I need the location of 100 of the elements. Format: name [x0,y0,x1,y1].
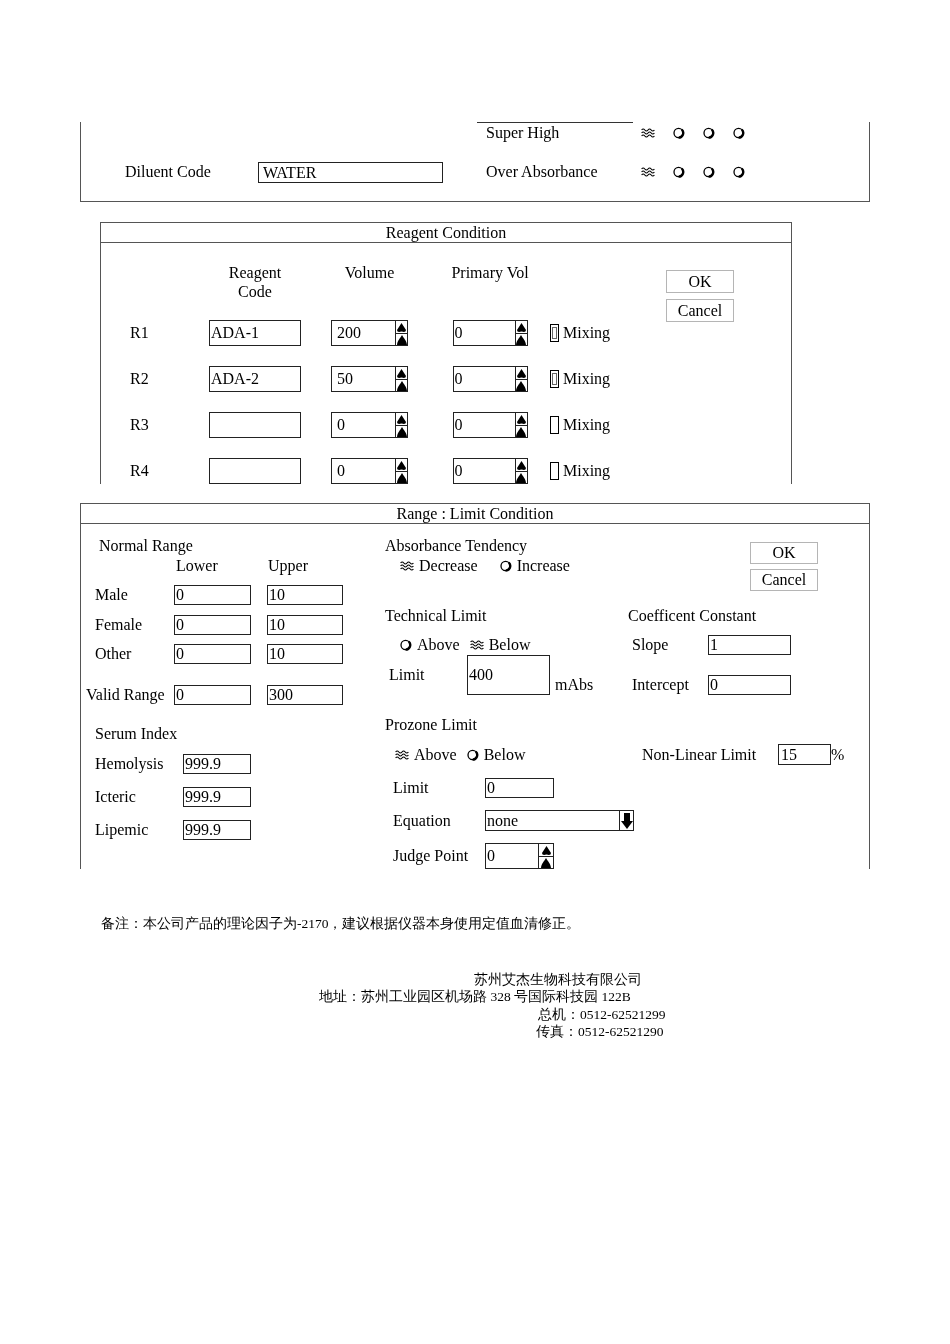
panel-title: Reagent Condition [101,223,791,243]
unit-label: % [831,744,845,765]
section-title: Coefficent Constant [628,606,758,626]
reagent-code-field[interactable]: ADA-1 [209,320,301,346]
field-label: Diluent Code [125,162,212,182]
ok-button[interactable]: OK [750,542,818,564]
dome-icon[interactable] [516,472,526,483]
radio-option[interactable]: Below [466,745,526,765]
volume-spinner[interactable]: 50 [331,366,408,392]
dome-icon[interactable] [396,472,407,483]
volume-spinner[interactable]: 0 [331,412,408,438]
primary-vol-spinner[interactable]: 0 [452,412,528,438]
primary-vol-spinner[interactable]: 0 [452,320,528,346]
field-label: Slope [631,635,670,655]
triangle-icon[interactable] [397,322,406,333]
triangle-icon[interactable] [541,845,551,856]
triangle-icon[interactable] [397,414,406,425]
upper-field[interactable]: 10 [267,615,343,635]
lower-field[interactable]: 0 [174,585,251,605]
wavy-radio-icon[interactable] [641,128,655,138]
radio-option[interactable]: Above [395,745,457,765]
volume-spinner[interactable]: 0 [331,458,408,484]
volume-spinner[interactable]: 200 [331,320,408,346]
radio-option[interactable]: Below [469,635,531,655]
radio-option[interactable]: Above [400,635,460,655]
reagent-code-field[interactable] [209,458,301,484]
cancel-button[interactable]: Cancel [750,569,818,591]
column-header: Primary Vol [451,263,529,284]
checkbox-icon[interactable] [550,324,559,342]
upper-field[interactable]: 10 [267,644,343,664]
field-label: Valid Range [85,685,166,705]
cancel-button[interactable]: Cancel [666,299,734,322]
wavy-radio-icon[interactable] [469,640,484,650]
field-label: Male [94,585,129,605]
mixing-checkbox[interactable]: Mixing [550,323,611,343]
lower-field[interactable]: 0 [174,615,251,635]
down-arrow-icon[interactable] [620,812,633,829]
radio-icon[interactable] [733,166,745,178]
section-title: Prozone Limit [384,715,478,735]
dome-icon[interactable] [396,380,407,391]
judge-point-spinner[interactable]: 0 [485,843,554,869]
radio-icon[interactable] [673,166,685,178]
radio-icon[interactable] [703,127,715,139]
diluent-code-field[interactable]: WATER [258,161,443,183]
mixing-checkbox[interactable]: Mixing [550,415,611,435]
checkbox-icon[interactable] [550,462,559,480]
intercept-field[interactable]: 0 [708,675,791,695]
radio-icon[interactable] [673,127,685,139]
serum-index-field[interactable]: 999.9 [183,787,251,807]
field-label: Non-Linear Limit [641,744,758,765]
wavy-radio-icon[interactable] [400,561,414,571]
limit-field[interactable]: 400 [467,655,550,695]
serum-index-field[interactable]: 999.9 [183,820,251,840]
mixing-checkbox[interactable]: Mixing [550,461,611,481]
limit-field[interactable]: 0 [485,778,554,798]
radio-option[interactable]: Decrease [400,556,478,576]
primary-vol-spinner[interactable]: 0 [452,458,528,484]
radio-icon[interactable] [733,127,745,139]
dome-icon[interactable] [516,426,526,437]
dome-icon[interactable] [396,334,407,345]
section-title: Serum Index [94,724,179,744]
triangle-icon[interactable] [516,322,526,333]
triangle-icon[interactable] [397,460,406,471]
row-label: R4 [129,461,150,481]
mixing-checkbox[interactable]: Mixing [550,369,611,389]
radio-option[interactable]: Increase [499,556,570,576]
reagent-code-field[interactable]: ADA-2 [209,366,301,392]
upper-field[interactable]: 10 [267,585,343,605]
reagent-code-field[interactable] [209,412,301,438]
lower-field[interactable]: 0 [174,644,251,664]
dome-icon[interactable] [396,426,407,437]
field-label: Icteric [94,787,137,807]
row-label: R2 [129,369,150,389]
checkbox-icon[interactable] [550,416,559,434]
option-label: Over Absorbance [486,162,599,182]
wavy-radio-icon[interactable] [395,750,409,760]
wavy-radio-icon[interactable] [641,167,655,177]
triangle-icon[interactable] [397,368,406,379]
triangle-icon[interactable] [516,368,526,379]
section-title: Absorbance Tendency [384,536,529,556]
dome-icon[interactable] [516,380,526,391]
radio-icon[interactable] [400,639,412,651]
dome-icon[interactable] [541,857,551,868]
lower-field[interactable]: 0 [174,685,251,705]
upper-field[interactable]: 300 [267,685,343,705]
slope-field[interactable]: 1 [708,635,791,655]
radio-icon[interactable] [499,560,512,572]
column-header: Volume [344,263,395,283]
field-label: Other [94,644,133,664]
equation-dropdown[interactable]: none [485,810,634,831]
dome-icon[interactable] [516,334,526,345]
serum-index-field[interactable]: 999.9 [183,754,251,774]
ok-button[interactable]: OK [666,270,734,293]
radio-icon[interactable] [703,166,715,178]
triangle-icon[interactable] [516,414,526,425]
triangle-icon[interactable] [516,460,526,471]
radio-icon[interactable] [466,749,479,761]
primary-vol-spinner[interactable]: 0 [452,366,528,392]
checkbox-icon[interactable] [550,370,559,388]
non-linear-limit-field[interactable]: 15 [778,744,831,765]
